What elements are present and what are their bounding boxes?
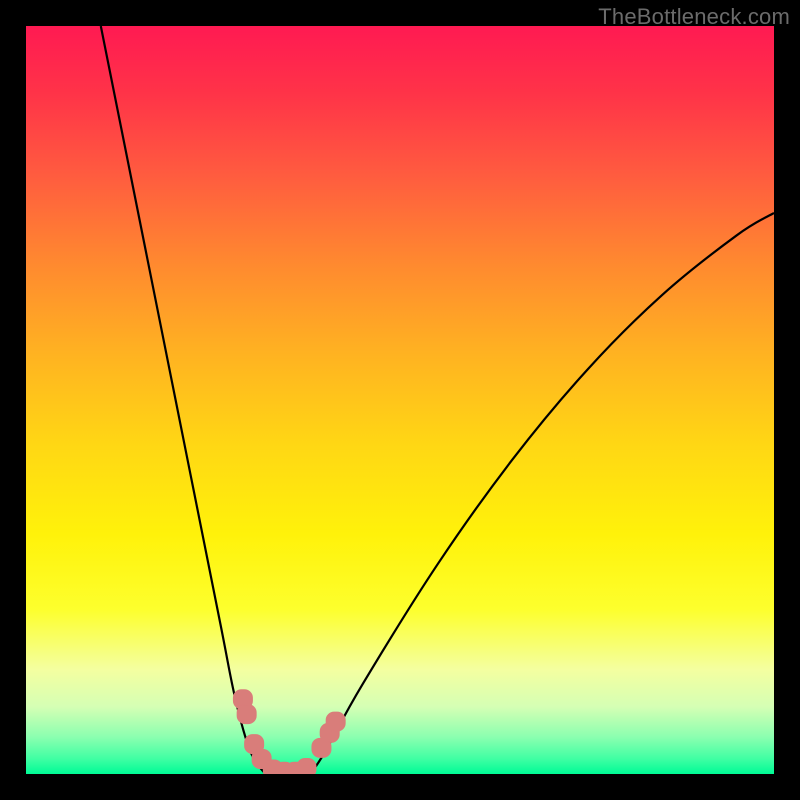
- watermark-text: TheBottleneck.com: [598, 4, 790, 30]
- data-marker: [297, 759, 316, 774]
- data-marker: [312, 738, 331, 757]
- right-curve: [310, 213, 774, 774]
- chart-frame: TheBottleneck.com: [0, 0, 800, 800]
- data-marker: [252, 750, 271, 769]
- data-marker: [320, 723, 339, 742]
- data-marker: [286, 762, 305, 774]
- data-marker: [263, 760, 282, 774]
- bottleneck-curve: [26, 26, 774, 774]
- left-curve: [101, 26, 266, 774]
- data-marker: [233, 690, 252, 709]
- plot-area: [26, 26, 774, 774]
- data-marker: [326, 712, 345, 731]
- data-marker: [275, 762, 294, 774]
- data-marker: [237, 705, 256, 724]
- data-marker: [245, 735, 264, 754]
